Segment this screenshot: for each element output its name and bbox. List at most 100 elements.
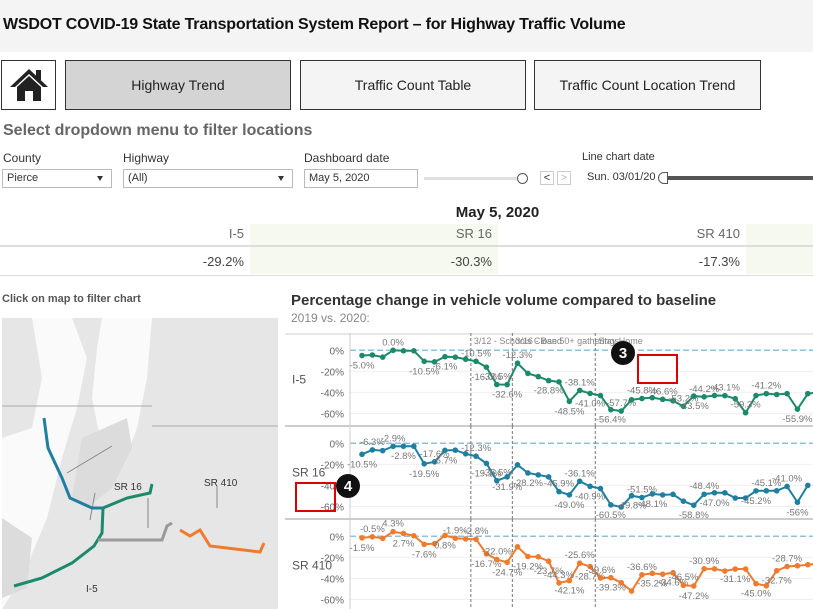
data-point: [514, 462, 521, 468]
data-point: [618, 408, 624, 414]
data-point: [597, 575, 604, 581]
data-label: -2.8%: [391, 451, 416, 462]
data-point: [701, 566, 707, 572]
highway-map[interactable]: SR 16 SR 410 I-5: [2, 318, 278, 609]
county-dropdown[interactable]: Pierce: [2, 169, 112, 188]
data-label: -45.9%: [544, 479, 575, 490]
data-point: [639, 572, 645, 578]
data-point: [369, 352, 376, 358]
data-point: [763, 487, 770, 494]
kpi-divider: [0, 245, 813, 247]
tab-traffic-count-table[interactable]: Traffic Count Table: [300, 60, 526, 110]
dashboard-date-slider-handle[interactable]: [517, 173, 528, 184]
data-point: [794, 499, 801, 506]
data-label: 0.8%: [434, 540, 456, 551]
dashboard-date-label: Dashboard date: [304, 151, 390, 165]
data-point: [722, 392, 728, 399]
data-point: [525, 470, 531, 476]
dashboard-date-input[interactable]: May 5, 2020: [304, 169, 418, 188]
data-point: [659, 492, 666, 498]
kpi-name: SR 16: [455, 226, 492, 241]
data-label: -41.0%: [575, 398, 606, 409]
data-point: [514, 360, 521, 367]
data-label: -19.5%: [409, 469, 440, 480]
data-point: [628, 588, 635, 594]
data-point: [421, 541, 428, 548]
data-label: -47.0%: [699, 498, 730, 509]
highway-dropdown[interactable]: (All): [123, 169, 293, 188]
line-chart-date-value: Sun. 03/01/20: [587, 171, 656, 183]
annotation-box-3: [637, 354, 678, 384]
data-point: [576, 478, 583, 485]
data-label: -2.9%: [381, 433, 406, 444]
annotation-box-4: [295, 482, 336, 512]
data-label: -6.7%: [433, 455, 458, 466]
data-label: -1.5%: [350, 543, 375, 554]
data-point: [442, 447, 448, 454]
data-point: [473, 536, 479, 543]
data-point: [535, 472, 542, 478]
filter-section-title: Select dropdown menu to filter locations: [3, 122, 313, 139]
kpi-value: -29.2%: [202, 254, 244, 269]
y-tick-label: -60%: [321, 595, 344, 606]
data-point: [504, 381, 510, 388]
data-point: [359, 451, 365, 458]
data-point: [618, 579, 624, 586]
data-label: -30.9%: [689, 556, 720, 567]
dashboard-date-slider-track[interactable]: [424, 177, 518, 180]
data-label: -47.2%: [679, 591, 710, 602]
line-chart[interactable]: I-50%-20%-40%-60%3/12 - Schools Closed3/…: [285, 333, 813, 609]
data-label: -59.3%: [731, 400, 762, 411]
data-point: [514, 544, 521, 550]
data-point: [566, 492, 573, 498]
data-point: [483, 364, 490, 370]
data-point: [639, 395, 645, 402]
highway-value: (All): [128, 172, 148, 184]
next-date-button[interactable]: >: [557, 171, 571, 185]
line-chart-date-slider-handle[interactable]: [658, 172, 668, 184]
data-point: [794, 406, 801, 412]
data-label: -42.1%: [554, 586, 585, 597]
y-tick-label: 0%: [330, 346, 345, 357]
data-label: -39.6%: [585, 565, 616, 576]
data-point: [369, 533, 376, 540]
y-tick-label: -20%: [321, 460, 344, 471]
y-tick-label: -40%: [321, 388, 344, 399]
data-point: [566, 577, 573, 584]
annotation-marker-3: 3: [611, 341, 635, 365]
data-label: -41.0%: [772, 473, 803, 484]
data-point: [473, 358, 479, 365]
kpi-date: May 5, 2020: [455, 204, 540, 221]
data-point: [452, 447, 459, 453]
line-chart-date-slider-track[interactable]: [662, 176, 813, 180]
data-point: [442, 353, 448, 360]
data-point: [608, 502, 614, 508]
chart-subtitle: 2019 vs. 2020:: [291, 311, 370, 325]
data-point: [535, 373, 542, 380]
data-point: [690, 502, 697, 509]
data-point: [483, 460, 490, 467]
tab-traffic-count-location-trend[interactable]: Traffic Count Location Trend: [534, 60, 761, 110]
data-point: [390, 347, 396, 354]
prev-date-button[interactable]: <: [540, 171, 554, 185]
data-point: [576, 560, 583, 567]
data-point: [379, 354, 386, 360]
home-button[interactable]: [1, 60, 56, 110]
data-label: -12.3%: [461, 443, 492, 454]
data-point: [545, 377, 552, 384]
data-label: -31.1%: [720, 574, 751, 585]
data-label: 0.0%: [382, 337, 404, 348]
data-point: [805, 390, 811, 397]
data-label: -10.5%: [461, 348, 492, 359]
y-tick-label: -40%: [321, 574, 344, 585]
data-point: [753, 580, 759, 587]
data-point: [493, 556, 500, 563]
county-value: Pierce: [7, 172, 39, 184]
data-point: [649, 570, 656, 577]
data-point: [566, 398, 573, 405]
data-point: [794, 562, 801, 569]
data-label: -22.0%: [482, 546, 513, 557]
data-point: [535, 554, 542, 560]
tab-highway-trend[interactable]: Highway Trend: [65, 60, 291, 110]
data-point: [379, 447, 386, 454]
